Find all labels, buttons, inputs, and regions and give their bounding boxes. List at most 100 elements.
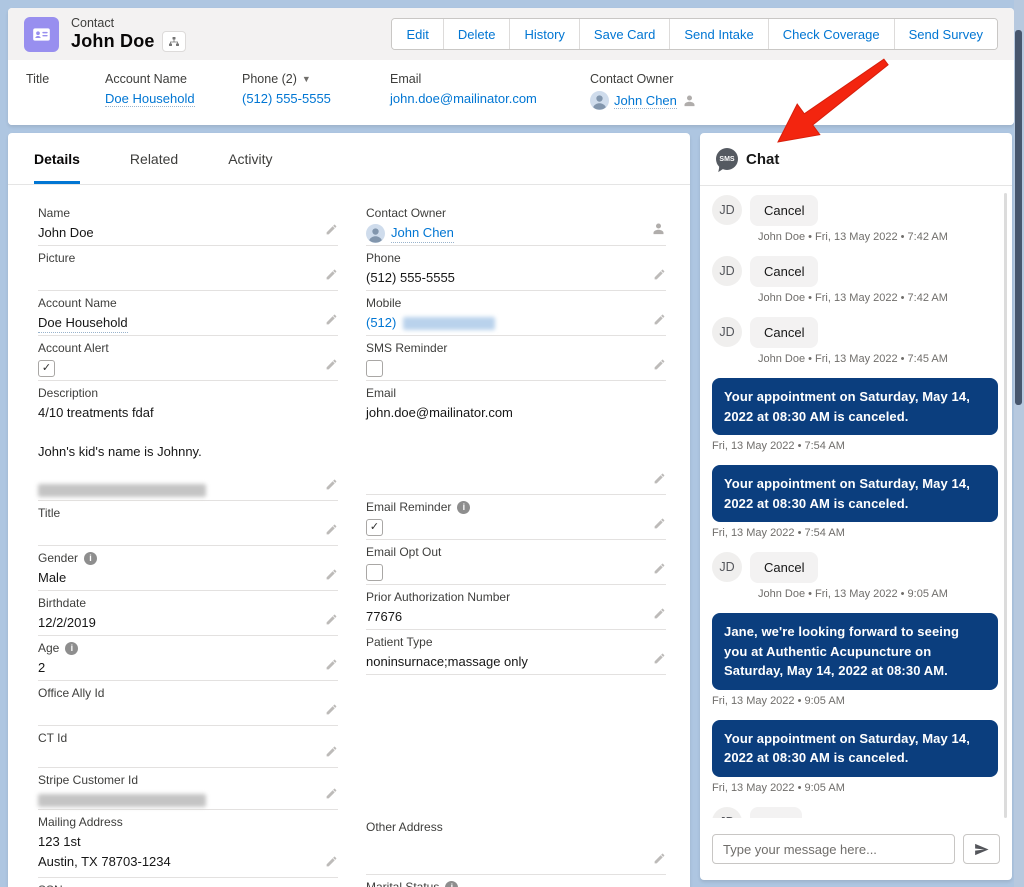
checkbox-email-opt-out — [366, 564, 383, 581]
field-birthdate: Birthdate12/2/2019 — [38, 591, 338, 636]
field-other-address: Other Address — [366, 815, 666, 875]
view-hierarchy-button[interactable] — [162, 31, 186, 52]
account-name-value-link[interactable]: Doe Household — [105, 91, 195, 107]
message-meta: Fri, 13 May 2022 • 7:54 AM — [712, 440, 998, 452]
checkbox-sms-reminder — [366, 360, 383, 377]
edit-account-alert-button[interactable] — [325, 358, 338, 371]
history-button[interactable]: History — [509, 19, 578, 49]
field-ssn: SSN — [38, 878, 338, 887]
phone-dropdown-icon[interactable]: ▼ — [302, 74, 311, 84]
field-label: Mailing Address — [38, 815, 123, 829]
field-label: Prior Authorization Number — [366, 590, 510, 604]
field-label: Office Ally Id — [38, 686, 104, 700]
message-bubble: Cancel — [750, 256, 818, 287]
send-survey-button[interactable]: Send Survey — [894, 19, 997, 49]
field-value: 12/2/2019 — [38, 614, 338, 632]
phone-2-value-link[interactable]: (512) 555-5555 — [242, 91, 331, 106]
save-card-button[interactable]: Save Card — [579, 19, 669, 49]
check-coverage-button[interactable]: Check Coverage — [768, 19, 894, 49]
info-icon[interactable]: i — [445, 881, 458, 887]
message-bubble: Cancel — [750, 195, 818, 226]
edit-title-button[interactable] — [325, 523, 338, 536]
message-meta: Fri, 13 May 2022 • 9:05 AM — [712, 695, 998, 707]
edit-sms-reminder-button[interactable] — [653, 358, 666, 371]
message-bubble: Test — [750, 807, 802, 819]
field-value-link[interactable]: (512) — [366, 315, 396, 330]
chat-message-inbound: JDCancelJohn Doe • Fri, 13 May 2022 • 7:… — [712, 256, 998, 304]
edit-mailing-address-button[interactable] — [325, 855, 338, 868]
info-icon[interactable]: i — [84, 552, 97, 565]
edit-description-button[interactable] — [325, 478, 338, 491]
field-label: Email Opt Out — [366, 545, 441, 559]
edit-name-button[interactable] — [325, 223, 338, 236]
tab-activity[interactable]: Activity — [228, 133, 272, 184]
info-icon[interactable]: i — [65, 642, 78, 655]
field-ct-id: CT Id — [38, 726, 338, 768]
edit-other-address-button[interactable] — [653, 852, 666, 865]
highlight-contact-owner: Contact OwnerJohn Chen — [590, 72, 707, 125]
chat-message-input[interactable] — [712, 834, 955, 864]
tab-related[interactable]: Related — [130, 133, 178, 184]
detail-column-right: Contact OwnerJohn ChenPhone(512) 555-555… — [366, 201, 666, 887]
change-owner-button[interactable] — [651, 221, 666, 236]
edit-email-button[interactable] — [653, 472, 666, 485]
tab-details[interactable]: Details — [34, 133, 80, 184]
change-owner-icon[interactable] — [682, 93, 697, 108]
highlight-account-name: Account NameDoe Household — [105, 72, 242, 125]
field-value: John Doe — [38, 224, 338, 242]
field-title: Title — [38, 501, 338, 546]
chat-message-outbound: Your appointment on Saturday, May 14, 20… — [712, 720, 998, 794]
send-intake-button[interactable]: Send Intake — [669, 19, 767, 49]
chat-message-inbound: JDCancelJohn Doe • Fri, 13 May 2022 • 9:… — [712, 552, 998, 600]
field-picture: Picture — [38, 246, 338, 291]
field-value-link[interactable]: Austin, TX 78703-1234 — [38, 853, 338, 871]
edit-email-reminder-button[interactable] — [653, 517, 666, 530]
edit-picture-button[interactable] — [325, 268, 338, 281]
record-header-row: Contact John Doe EditDeleteHistorySave C… — [8, 8, 1014, 60]
edit-account-name-button[interactable] — [325, 313, 338, 326]
field-value-link[interactable]: john.doe@mailinator.com — [366, 404, 513, 422]
chat-title: Chat — [746, 151, 779, 168]
edit-ct-id-button[interactable] — [325, 745, 338, 758]
edit-stripe-customer-id-button[interactable] — [325, 787, 338, 800]
redacted-value — [38, 484, 206, 497]
chat-scrollbar[interactable] — [1004, 193, 1007, 818]
message-meta: Fri, 13 May 2022 • 9:05 AM — [712, 782, 998, 794]
page-scrollbar-thumb[interactable] — [1015, 30, 1022, 405]
message-meta: John Doe • Fri, 13 May 2022 • 7:42 AM — [758, 292, 998, 304]
record-action-buttons: EditDeleteHistorySave CardSend IntakeChe… — [391, 18, 998, 50]
field-label: Email — [366, 386, 396, 400]
page-scrollbar[interactable] — [1014, 0, 1024, 887]
field-label: Stripe Customer Id — [38, 773, 138, 787]
delete-button[interactable]: Delete — [443, 19, 510, 49]
message-bubble: Your appointment on Saturday, May 14, 20… — [712, 720, 998, 777]
edit-office-ally-id-button[interactable] — [325, 703, 338, 716]
edit-phone-button[interactable] — [653, 268, 666, 281]
field-value: 2 — [38, 659, 338, 677]
chat-message-list[interactable]: JDCancelJohn Doe • Fri, 13 May 2022 • 7:… — [712, 195, 998, 818]
field-account-alert: Account Alert✓ — [38, 336, 338, 381]
edit-birthdate-button[interactable] — [325, 613, 338, 626]
detail-fields: NameJohn DoePictureAccount NameDoe House… — [8, 185, 690, 887]
edit-patient-type-button[interactable] — [653, 652, 666, 665]
send-message-button[interactable] — [963, 834, 1000, 864]
owner-value-link[interactable]: John Chen — [391, 224, 454, 243]
edit-prior-authorization-number-button[interactable] — [653, 607, 666, 620]
edit-gender-button[interactable] — [325, 568, 338, 581]
owner-value-link[interactable]: John Chen — [614, 93, 677, 109]
field-value-link[interactable]: Doe Household — [38, 314, 128, 333]
field-marital-status: Marital Statusi — [366, 875, 666, 887]
field-value-link[interactable]: 123 1st — [38, 833, 338, 851]
field-mailing-address: Mailing Address 123 1st Austin, TX 78703-1… — [38, 810, 338, 878]
field-value-link[interactable]: (512) 555-5555 — [366, 269, 455, 287]
info-icon[interactable]: i — [457, 501, 470, 514]
edit-button[interactable]: Edit — [392, 19, 442, 49]
edit-age-button[interactable] — [325, 658, 338, 671]
highlights-panel: TitleAccount NameDoe HouseholdPhone (2)▼… — [8, 60, 1014, 125]
email-value-link[interactable]: john.doe@mailinator.com — [390, 91, 537, 106]
send-icon — [973, 841, 990, 858]
edit-email-opt-out-button[interactable] — [653, 562, 666, 575]
chat-message-inbound: JDCancelJohn Doe • Fri, 13 May 2022 • 7:… — [712, 195, 998, 243]
field-label: Picture — [38, 251, 75, 265]
edit-mobile-button[interactable] — [653, 313, 666, 326]
